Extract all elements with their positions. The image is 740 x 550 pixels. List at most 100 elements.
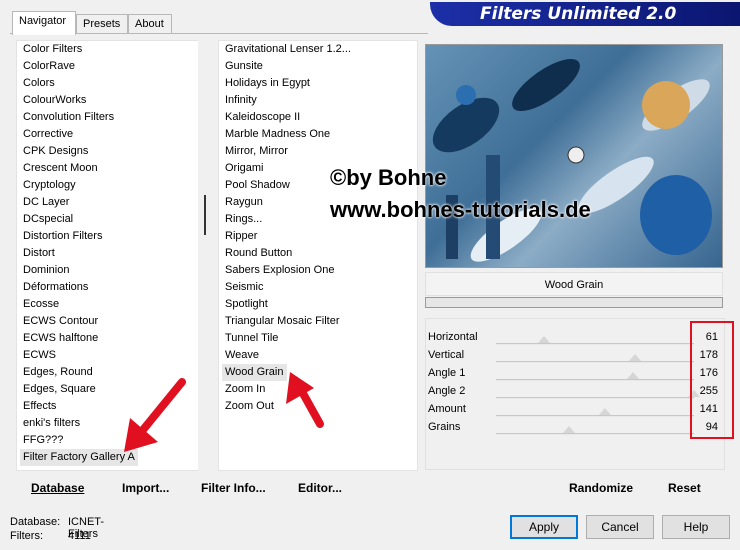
filter-list-item[interactable]: Weave — [225, 347, 259, 364]
category-list-item[interactable]: Cryptology — [23, 177, 76, 194]
filter-list-item[interactable]: Kaleidoscope II — [225, 109, 300, 126]
param-row: Angle 1 176 — [426, 365, 724, 383]
category-list-item[interactable]: ECWS halftone — [23, 330, 98, 347]
filter-list-item[interactable]: Origami — [225, 160, 264, 177]
filter-list-item[interactable]: Sabers Explosion One — [225, 262, 334, 279]
tab-navigator[interactable]: Navigator — [12, 11, 76, 35]
param-row: Amount 141 — [426, 401, 724, 419]
param-label: Horizontal — [428, 331, 478, 343]
filter-list-item[interactable]: Holidays in Egypt — [225, 75, 310, 92]
database-button[interactable]: Database — [31, 481, 84, 495]
filter-list-item[interactable]: Infinity — [225, 92, 257, 109]
category-list-item[interactable]: Crescent Moon — [23, 160, 98, 177]
highlight-box — [690, 321, 734, 439]
filter-list-item[interactable]: Tunnel Tile — [225, 330, 278, 347]
current-filter-name: Wood Grain — [425, 272, 723, 296]
category-list-item[interactable]: Distortion Filters — [23, 228, 102, 245]
filter-list-item[interactable]: Raygun — [225, 194, 263, 211]
category-list-item[interactable]: ColorRave — [23, 58, 75, 75]
preview-art — [426, 45, 722, 267]
reset-button[interactable]: Reset — [668, 481, 701, 495]
filter-list-item[interactable]: Gunsite — [225, 58, 263, 75]
filters-info: Filters: 4111 — [10, 530, 91, 542]
param-slider-knob[interactable] — [628, 354, 641, 361]
filter-list-item[interactable]: Round Button — [225, 245, 292, 262]
param-slider-knob[interactable] — [626, 372, 639, 379]
filters-count: 4111 — [68, 530, 91, 542]
param-slider[interactable] — [496, 408, 694, 417]
param-row: Horizontal 61 — [426, 329, 724, 347]
category-list-item[interactable]: Déformations — [23, 279, 88, 296]
watermark-copyright: ©by Bohne — [330, 165, 447, 190]
app-title-banner: Filters Unlimited 2.0 — [430, 2, 740, 26]
randomize-button[interactable]: Randomize — [569, 481, 633, 495]
filter-info-button[interactable]: Filter Info... — [201, 481, 266, 495]
category-list-item[interactable]: FFG??? — [23, 432, 63, 449]
scrollbar-thumb[interactable] — [204, 195, 206, 235]
category-list-item[interactable]: CPK Designs — [23, 143, 88, 160]
category-list-item[interactable]: DCspecial — [23, 211, 73, 228]
cancel-button[interactable]: Cancel — [586, 515, 654, 539]
category-list-item[interactable]: Effects — [23, 398, 56, 415]
filter-list-item[interactable]: Zoom In — [225, 381, 265, 398]
filter-list-item[interactable]: Gravitational Lenser 1.2... — [225, 41, 351, 58]
param-row: Grains 94 — [426, 419, 724, 437]
category-scrollbar[interactable] — [198, 40, 212, 471]
parameter-panel: Horizontal 61 Vertical 178 Angle 1 176 Angle 2… — [425, 318, 725, 470]
param-slider[interactable] — [496, 354, 694, 363]
filter-list-item[interactable]: Mirror, Mirror — [225, 143, 288, 160]
filter-list-item[interactable]: Triangular Mosaic Filter — [225, 313, 340, 330]
param-slider-knob[interactable] — [563, 426, 576, 433]
param-row: Vertical 178 — [426, 347, 724, 365]
tab-presets[interactable]: Presets — [76, 14, 128, 34]
help-button[interactable]: Help — [662, 515, 730, 539]
database-label: Database: — [10, 516, 61, 528]
filters-label: Filters: — [10, 530, 43, 542]
filter-list-item[interactable]: Wood Grain — [222, 364, 287, 381]
watermark-url: www.bohnes-tutorials.de — [330, 197, 591, 222]
param-label: Angle 1 — [428, 367, 466, 379]
preview-image — [425, 44, 723, 268]
param-label: Grains — [428, 421, 461, 433]
category-list-item[interactable]: Convolution Filters — [23, 109, 114, 126]
category-list-item[interactable]: Colors — [23, 75, 55, 92]
param-slider[interactable] — [496, 336, 694, 345]
param-slider[interactable] — [496, 372, 694, 381]
filter-list-item[interactable]: Seismic — [225, 279, 264, 296]
param-slider-knob[interactable] — [537, 336, 550, 343]
filter-list-item[interactable]: Rings... — [225, 211, 262, 228]
param-slider[interactable] — [496, 426, 694, 435]
annotation-arrow-left — [124, 378, 186, 452]
category-list-item[interactable]: Corrective — [23, 126, 73, 143]
category-list-item[interactable]: enki's filters — [23, 415, 80, 432]
category-list-item[interactable]: Ecosse — [23, 296, 59, 313]
annotation-arrow-right — [286, 372, 324, 428]
category-list-item[interactable]: Edges, Round — [23, 364, 93, 381]
param-label: Vertical — [428, 349, 465, 361]
category-list-item[interactable]: DC Layer — [23, 194, 69, 211]
param-slider-knob[interactable] — [598, 408, 611, 415]
apply-button[interactable]: Apply — [510, 515, 578, 539]
filter-list-item[interactable]: Ripper — [225, 228, 257, 245]
param-slider[interactable] — [496, 390, 700, 399]
filter-list-item[interactable]: Pool Shadow — [225, 177, 290, 194]
category-list-item[interactable]: ECWS — [23, 347, 56, 364]
filter-list-item[interactable]: Marble Madness One — [225, 126, 330, 143]
category-list-item[interactable]: ColourWorks — [23, 92, 86, 109]
progress-bar — [425, 297, 723, 308]
category-list-item[interactable]: Edges, Square — [23, 381, 96, 398]
category-list-item[interactable]: Color Filters — [23, 41, 82, 58]
category-list-item[interactable]: Dominion — [23, 262, 69, 279]
param-label: Angle 2 — [428, 385, 466, 397]
filter-list-item[interactable]: Zoom Out — [225, 398, 274, 415]
category-list-item[interactable]: ECWS Contour — [23, 313, 98, 330]
filter-list-item[interactable]: Spotlight — [225, 296, 268, 313]
list-button-bar: Database Import... Filter Info... Editor… — [16, 474, 418, 500]
editor-button[interactable]: Editor... — [298, 481, 342, 495]
database-info: Database: ICNET-Filters — [10, 516, 104, 540]
import-button[interactable]: Import... — [122, 481, 169, 495]
param-row: Angle 2 255 — [426, 383, 724, 401]
param-label: Amount — [428, 403, 466, 415]
category-list-item[interactable]: Distort — [23, 245, 55, 262]
tab-about[interactable]: About — [128, 14, 172, 34]
